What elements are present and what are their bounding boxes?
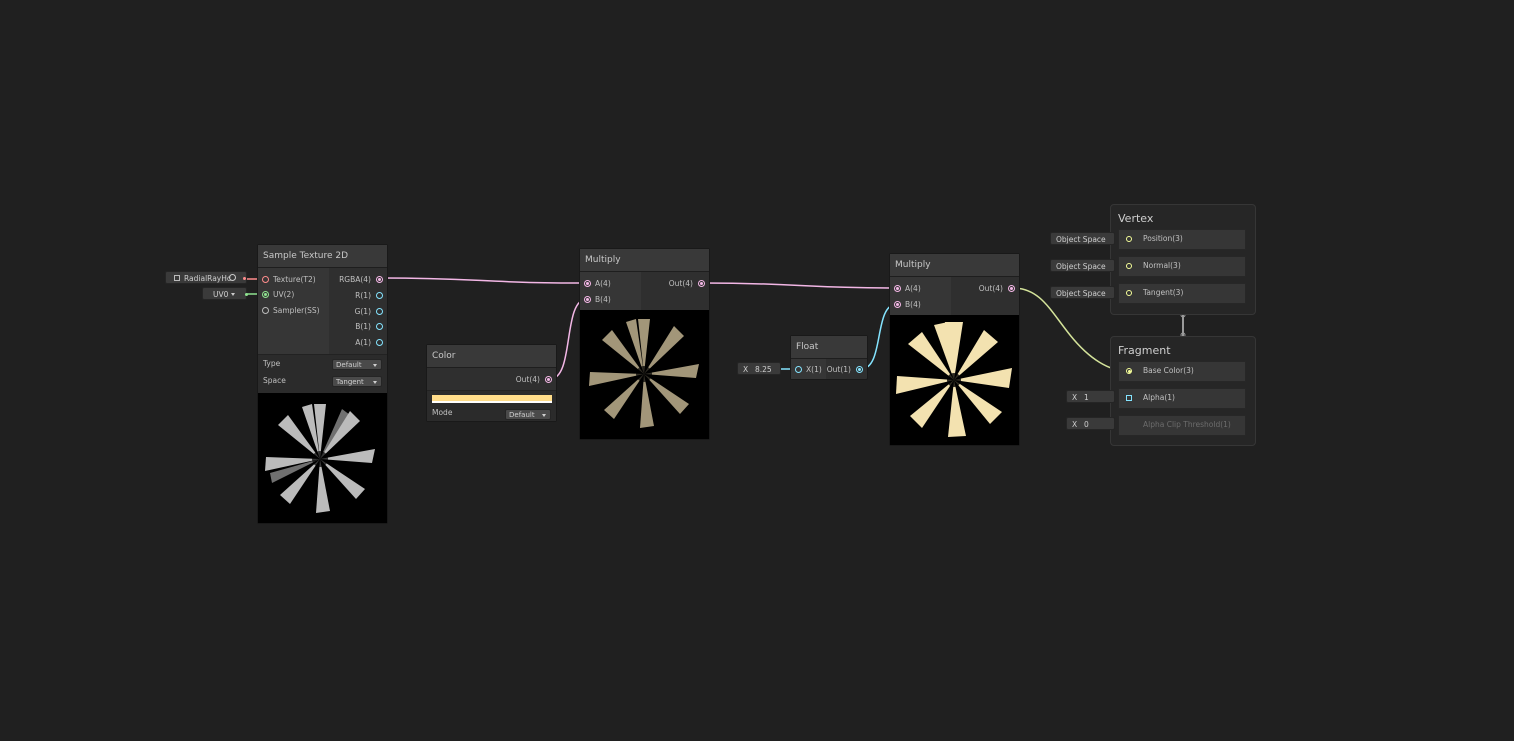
node-title: Multiply [890, 254, 1019, 277]
tangent-block[interactable]: Tangent(3) [1118, 283, 1246, 304]
input-a-label: A(4) [905, 284, 921, 293]
space-label: Space [263, 376, 286, 385]
tangent-space-field[interactable]: Object Space [1050, 286, 1115, 299]
input-a-label: A(4) [595, 279, 611, 288]
wire-rgba-to-multiply-a [380, 277, 588, 284]
input-a-port[interactable] [584, 280, 591, 287]
alpha-port[interactable] [1126, 395, 1132, 401]
normal-port[interactable] [1126, 263, 1132, 269]
normal-block[interactable]: Normal(3) [1118, 256, 1246, 277]
fragment-title: Fragment [1118, 344, 1171, 357]
uv-channel-field[interactable]: UV0 [202, 287, 248, 300]
float-x-field[interactable]: X 8.25 [737, 362, 781, 375]
alpha-value-field[interactable]: X 1 [1066, 390, 1115, 403]
input-b-port[interactable] [584, 296, 591, 303]
position-block[interactable]: Position(3) [1118, 229, 1246, 250]
sampler-input-label: Sampler(SS) [273, 306, 320, 315]
float-input-port[interactable] [795, 366, 802, 373]
multiply-preview [890, 315, 1019, 445]
input-b-label: B(4) [595, 295, 611, 304]
vertex-context[interactable]: Vertex Position(3) Normal(3) Tangent(3) [1110, 204, 1256, 315]
mode-dropdown[interactable]: Default [505, 409, 551, 420]
float-output-port[interactable] [856, 366, 863, 373]
position-port[interactable] [1126, 236, 1132, 242]
base-color-block[interactable]: Base Color(3) [1118, 361, 1246, 382]
sampler-input-port[interactable] [262, 307, 269, 314]
fragment-context[interactable]: Fragment Base Color(3) Alpha(1) Alpha Cl… [1110, 336, 1256, 446]
color-node[interactable]: Color Out(4) Mode Default [426, 344, 557, 422]
color-output-port[interactable] [545, 376, 552, 383]
a-output-port[interactable] [376, 339, 383, 346]
output-port[interactable] [1008, 285, 1015, 292]
multiply-preview [580, 310, 709, 439]
tangent-port[interactable] [1126, 290, 1132, 296]
input-b-port[interactable] [894, 301, 901, 308]
b-output-label: B(1) [355, 322, 371, 331]
alpha-clip-threshold-block[interactable]: Alpha Clip Threshold(1) [1118, 415, 1246, 436]
wire-multiply-to-multiply [702, 282, 898, 289]
rgba-output-port[interactable] [376, 276, 383, 283]
vertex-title: Vertex [1118, 212, 1154, 225]
type-dropdown[interactable]: Default [332, 359, 382, 370]
normal-space-field[interactable]: Object Space [1050, 259, 1115, 272]
bright-ray-preview [896, 322, 1012, 437]
r-output-label: R(1) [355, 291, 371, 300]
color-swatch[interactable] [432, 395, 552, 403]
uv-input-label: UV(2) [273, 290, 295, 299]
tinted-ray-preview [589, 319, 699, 428]
node-title: Multiply [580, 249, 709, 272]
texture-preview [258, 393, 387, 523]
type-label: Type [263, 359, 281, 368]
node-title: Sample Texture 2D [258, 245, 387, 268]
uv-input-port[interactable] [262, 291, 269, 298]
output-label: Out(4) [978, 284, 1003, 293]
input-b-label: B(4) [905, 300, 921, 309]
alpha-block[interactable]: Alpha(1) [1118, 388, 1246, 409]
output-port[interactable] [698, 280, 705, 287]
space-dropdown[interactable]: Tangent [332, 376, 382, 387]
color-output-label: Out(4) [515, 375, 540, 384]
float-node[interactable]: Float X(1) Out(1) [790, 335, 868, 380]
output-label: Out(4) [668, 279, 693, 288]
alpha-clip-value-field[interactable]: X 0 [1066, 417, 1115, 430]
object-picker-icon[interactable] [229, 274, 236, 281]
float-output-label: Out(1) [826, 365, 851, 374]
mode-label: Mode [432, 408, 453, 417]
node-title: Float [791, 336, 867, 359]
b-output-port[interactable] [376, 323, 383, 330]
input-a-port[interactable] [894, 285, 901, 292]
float-input-label: X(1) [806, 365, 822, 374]
multiply-node-2[interactable]: Multiply A(4) B(4) Out(4) [889, 253, 1020, 446]
r-output-port[interactable] [376, 292, 383, 299]
dropdown-arrow-icon [231, 293, 235, 296]
texture-input-port[interactable] [262, 276, 269, 283]
rgba-output-label: RGBA(4) [339, 275, 371, 284]
sample-texture-2d-node[interactable]: Sample Texture 2D Texture(T2) UV(2) Samp… [257, 244, 388, 524]
g-output-label: G(1) [354, 307, 371, 316]
texture-property-field[interactable]: RadialRayHc [165, 271, 247, 284]
multiply-node-1[interactable]: Multiply A(4) B(4) Out(4) [579, 248, 710, 440]
node-title: Color [427, 345, 556, 368]
radial-ray-preview [265, 404, 375, 513]
texture-asset-icon [174, 275, 180, 281]
base-color-port[interactable] [1126, 368, 1132, 374]
a-output-label: A(1) [355, 338, 371, 347]
g-output-port[interactable] [376, 308, 383, 315]
texture-input-label: Texture(T2) [273, 275, 316, 284]
position-space-field[interactable]: Object Space [1050, 232, 1115, 245]
